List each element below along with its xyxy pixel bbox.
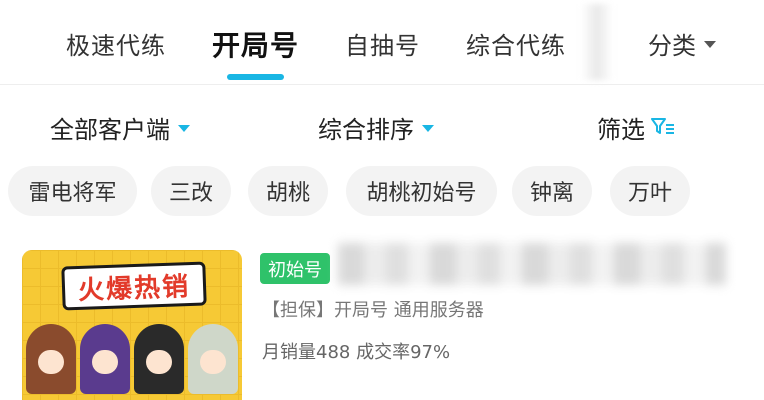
category-dropdown[interactable]: 分类 — [648, 26, 716, 61]
header-divider — [0, 84, 764, 85]
listing-thumbnail[interactable]: 火爆热销 — [22, 250, 242, 400]
character-portrait — [26, 324, 76, 394]
filter-button[interactable]: 筛选 — [597, 110, 675, 145]
tab-general-boost[interactable]: 综合代练 — [466, 26, 566, 61]
blurred-listing-title — [338, 243, 726, 285]
chip-three-upgrades[interactable]: 三改 — [151, 166, 231, 216]
tab-self-pull-account[interactable]: 自抽号 — [345, 26, 420, 61]
category-label: 分类 — [648, 32, 696, 60]
chip-hutao-starter[interactable]: 胡桃初始号 — [346, 166, 497, 216]
caret-down-icon — [704, 40, 716, 48]
tab-starter-account[interactable]: 开局号 — [212, 24, 299, 64]
sort-dropdown[interactable]: 综合排序 — [318, 110, 434, 145]
caret-down-icon — [422, 124, 434, 132]
character-portrait — [188, 324, 238, 394]
thumbnail-title: 火爆热销 — [77, 271, 191, 306]
listing-page: 极速代练 开局号 自抽号 综合代练 分类 全部客户端 综合排序 筛选 雷电将军 … — [0, 0, 764, 400]
active-tab-indicator — [227, 74, 284, 80]
chip-zhongli[interactable]: 钟离 — [512, 166, 592, 216]
sort-label: 综合排序 — [318, 116, 414, 144]
blurred-region — [582, 4, 612, 80]
character-portrait — [80, 324, 130, 394]
caret-down-icon — [178, 124, 190, 132]
character-portrait — [134, 324, 184, 394]
chip-raiden[interactable]: 雷电将军 — [8, 166, 137, 216]
listing-stats: 月销量488 成交率97% — [262, 342, 451, 363]
top-tab-bar: 极速代练 开局号 自抽号 综合代练 分类 — [0, 0, 764, 83]
chip-wanye[interactable]: 万叶 — [610, 166, 690, 216]
listing-meta: 【担保】开局号 通用服务器 — [262, 300, 484, 321]
starter-account-badge: 初始号 — [260, 253, 330, 284]
client-filter-label: 全部客户端 — [50, 116, 170, 144]
chip-hutao[interactable]: 胡桃 — [248, 166, 328, 216]
filter-icon — [651, 114, 675, 142]
filter-label: 筛选 — [597, 116, 645, 144]
tab-speed-boost[interactable]: 极速代练 — [66, 26, 166, 61]
client-filter-dropdown[interactable]: 全部客户端 — [50, 110, 190, 145]
